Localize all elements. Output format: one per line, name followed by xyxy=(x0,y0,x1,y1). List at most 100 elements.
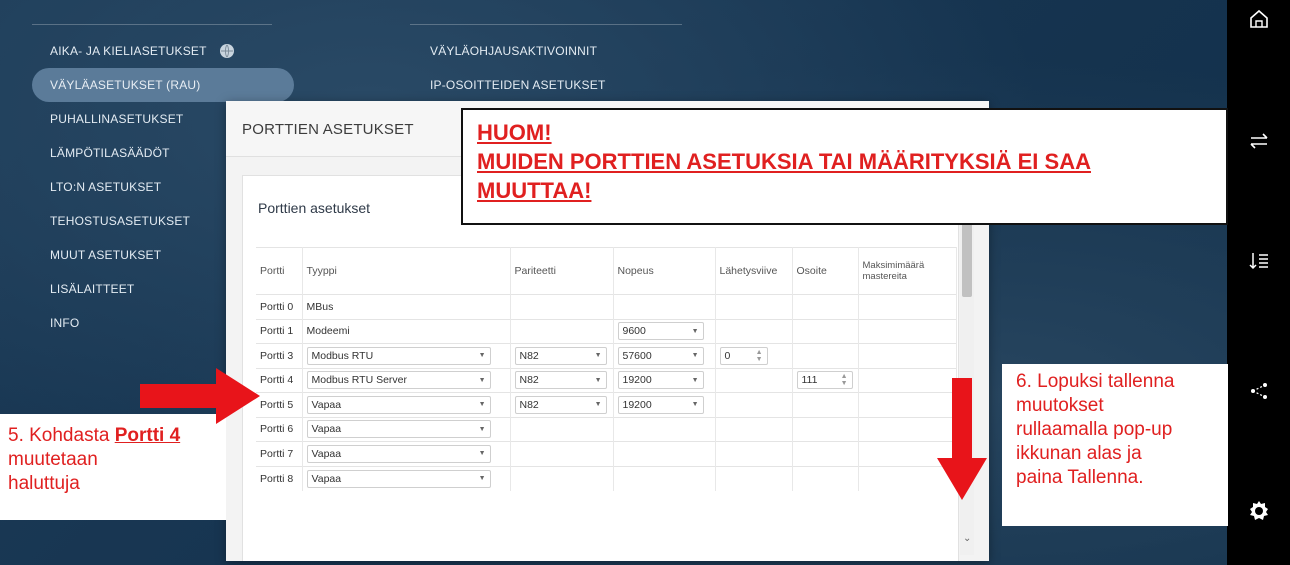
select-value: 19200 xyxy=(622,374,652,387)
right-arrow-icon xyxy=(140,368,260,424)
delay-stepper[interactable]: 0 ▲ ▼ xyxy=(719,346,768,365)
instruction-text: ikkunan alas ja xyxy=(1016,443,1142,464)
instruction-text: paina Tallenna. xyxy=(1016,467,1144,488)
table-header-row: Portti Tyyppi Pariteetti Nopeus Lähetysv… xyxy=(256,247,957,295)
instruction-step-6: 6. Lopuksi tallenna muutokset rullaamall… xyxy=(1002,364,1228,526)
table-row: Portti 0 MBus xyxy=(256,294,957,319)
settings-gear-icon[interactable] xyxy=(1240,492,1278,530)
speed-select[interactable]: 19200 ▼ xyxy=(617,371,704,390)
chevron-down-icon: ▼ xyxy=(478,450,486,458)
instruction-step-5: 5. Kohdasta Portti 4 muutetaan haluttuja xyxy=(0,414,226,520)
warning-line: MUUTTAA! xyxy=(477,178,592,203)
warning-callout: HUOM! MUIDEN PORTTIEN ASETUKSIA TAI MÄÄR… xyxy=(461,108,1228,225)
menu-item-bus-settings[interactable]: VÄYLÄASETUKSET (RAU) xyxy=(32,68,294,102)
chevron-down-icon: ▼ xyxy=(691,401,699,409)
parity-cell: N82 ▼ xyxy=(510,343,614,368)
type-select[interactable]: Vapaa ▼ xyxy=(306,420,491,439)
type-cell: Vapaa ▼ xyxy=(302,441,511,466)
column-header: Osoite xyxy=(792,247,859,295)
select-value: Vapaa xyxy=(311,447,342,460)
menu-item-label: AIKA- JA KIELIASETUKSET xyxy=(50,44,207,58)
address-cell xyxy=(792,416,859,442)
menu-item-time-language[interactable]: AIKA- JA KIELIASETUKSET xyxy=(32,34,294,68)
stepper-value: 0 xyxy=(724,349,731,362)
parity-cell xyxy=(510,441,614,466)
port-cell: Portti 6 xyxy=(256,416,303,442)
speed-cell: 19200 ▼ xyxy=(613,392,716,417)
stepper-value: 111 xyxy=(801,374,818,387)
column-header: Lähetysviive xyxy=(715,247,793,295)
port-cell: Portti 8 xyxy=(256,465,303,491)
parity-select[interactable]: N82 ▼ xyxy=(514,346,607,365)
warning-line: MUIDEN PORTTIEN ASETUKSIA TAI MÄÄRITYKSI… xyxy=(477,149,1091,174)
address-cell xyxy=(792,392,859,417)
table-row: Portti 4 Modbus RTU Server ▼ N82 ▼ 19200 ▼ … xyxy=(256,367,957,393)
stepper-arrows-icon[interactable]: ▲ ▼ xyxy=(756,349,763,363)
select-value: Modbus RTU Server xyxy=(311,374,408,387)
chevron-down-icon: ▼ xyxy=(594,376,602,384)
speed-cell: 9600 ▼ xyxy=(613,318,716,344)
swap-arrows-icon[interactable] xyxy=(1240,122,1278,160)
chevron-down-icon: ▼ xyxy=(594,401,602,409)
type-select[interactable]: Modbus RTU Server ▼ xyxy=(306,371,491,390)
speed-cell: 57600 ▼ xyxy=(613,343,716,368)
address-cell xyxy=(792,343,859,368)
select-value: N82 xyxy=(519,398,539,411)
stepper-arrows-icon[interactable]: ▲ ▼ xyxy=(841,373,848,387)
menu-item-label: VÄYLÄOHJAUSAKTIVOINNIT xyxy=(430,44,598,58)
type-select[interactable]: Vapaa ▼ xyxy=(306,469,491,488)
chevron-down-icon: ▼ xyxy=(478,425,486,433)
bus-submenu: VÄYLÄOHJAUSAKTIVOINNIT IP-OSOITTEIDEN AS… xyxy=(410,34,682,102)
instruction-text: rullaamalla pop-up xyxy=(1016,419,1173,440)
share-nodes-icon[interactable] xyxy=(1240,372,1278,410)
port-cell: Portti 1 xyxy=(256,318,303,344)
parity-select[interactable]: N82 ▼ xyxy=(514,395,607,414)
speed-cell xyxy=(613,441,716,466)
instruction-text: haluttuja xyxy=(8,473,80,494)
speed-select[interactable]: 19200 ▼ xyxy=(617,395,704,414)
speed-cell xyxy=(613,416,716,442)
right-sidebar xyxy=(1227,0,1290,565)
sort-list-icon[interactable] xyxy=(1240,242,1278,280)
home-icon[interactable] xyxy=(1240,0,1278,38)
menu-item-label: LISÄLAITTEET xyxy=(50,282,135,296)
column-header: Pariteetti xyxy=(510,247,614,295)
address-cell xyxy=(792,318,859,344)
instruction-text: muutokset xyxy=(1016,395,1104,416)
chevron-down-icon: ▼ xyxy=(594,352,602,360)
menu-item-label: MUUT ASETUKSET xyxy=(50,248,162,262)
chevron-down-icon: ▼ xyxy=(691,352,699,360)
speed-select[interactable]: 9600 ▼ xyxy=(617,322,704,341)
column-header: Nopeus xyxy=(613,247,716,295)
select-value: 9600 xyxy=(622,325,646,338)
menu-item-ip-settings[interactable]: IP-OSOITTEIDEN ASETUKSET xyxy=(410,68,682,102)
table-row: Portti 7 Vapaa ▼ xyxy=(256,441,957,466)
type-select[interactable]: Vapaa ▼ xyxy=(306,395,491,414)
type-select[interactable]: Modbus RTU ▼ xyxy=(306,346,491,365)
menu-item-bus-control[interactable]: VÄYLÄOHJAUSAKTIVOINNIT xyxy=(410,34,682,68)
globe-icon xyxy=(219,43,234,58)
column-header: Maksimimäärä mastereita xyxy=(858,247,957,295)
delay-cell xyxy=(715,318,793,344)
instruction-text: 6. Lopuksi tallenna xyxy=(1016,371,1175,392)
select-value: 57600 xyxy=(622,349,652,362)
column-header: Tyyppi xyxy=(302,247,511,295)
scroll-down-icon[interactable]: ⌄ xyxy=(963,533,971,544)
type-cell: Vapaa ▼ xyxy=(302,392,511,417)
type-select[interactable]: Vapaa ▼ xyxy=(306,444,491,463)
delay-cell xyxy=(715,416,793,442)
instruction-highlight: Portti 4 xyxy=(114,425,181,446)
parity-cell: N82 ▼ xyxy=(510,392,614,417)
port-cell: Portti 3 xyxy=(256,343,303,368)
speed-select[interactable]: 57600 ▼ xyxy=(617,346,704,365)
parity-select[interactable]: N82 ▼ xyxy=(514,371,607,390)
type-cell: Vapaa ▼ xyxy=(302,416,511,442)
port-cell: Portti 4 xyxy=(256,367,303,393)
menu-item-label: VÄYLÄASETUKSET (RAU) xyxy=(50,78,201,92)
address-stepper[interactable]: 111 ▲ ▼ xyxy=(796,371,853,390)
type-cell: Vapaa ▼ xyxy=(302,465,511,491)
delay-cell xyxy=(715,441,793,466)
parity-cell xyxy=(510,294,614,319)
delay-cell xyxy=(715,465,793,491)
table-row: Portti 6 Vapaa ▼ xyxy=(256,416,957,442)
